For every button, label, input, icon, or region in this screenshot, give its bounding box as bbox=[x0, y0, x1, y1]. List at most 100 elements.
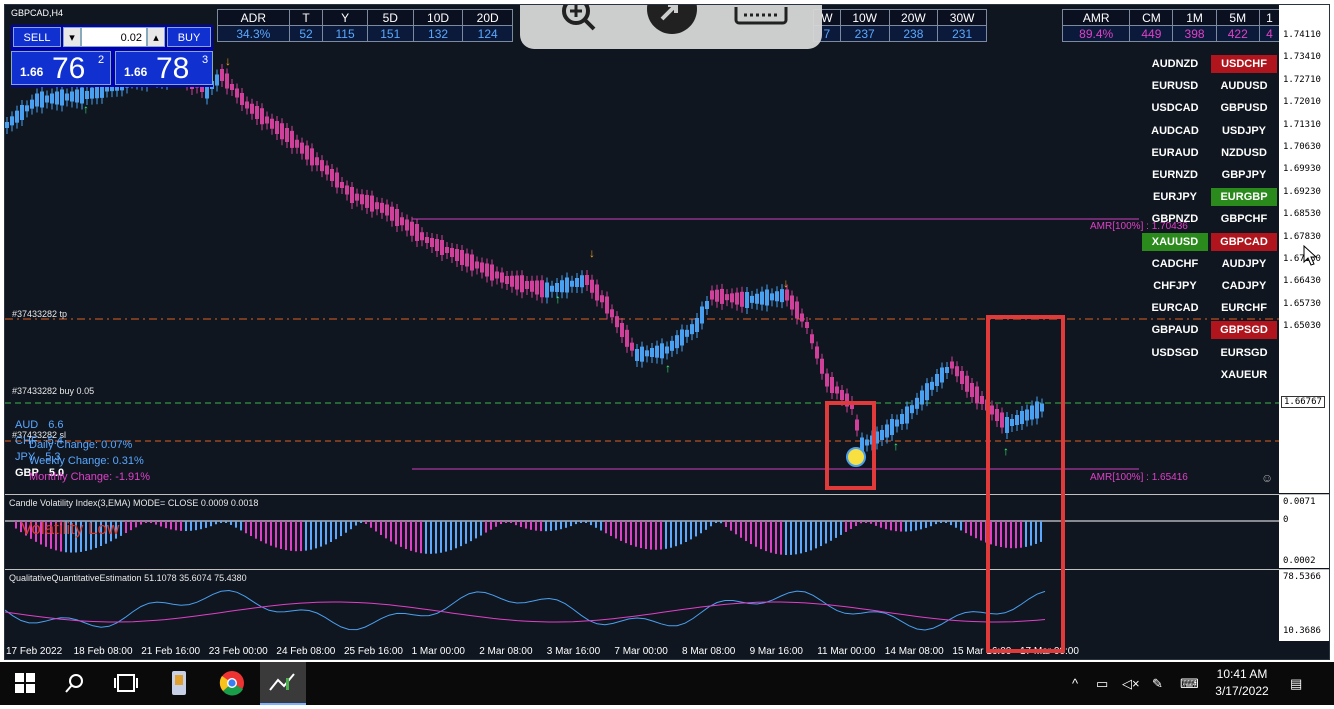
volatility-bar bbox=[250, 521, 252, 537]
pair-button[interactable]: CADCHF bbox=[1142, 255, 1208, 273]
candle-body bbox=[680, 329, 684, 346]
candle-body bbox=[300, 142, 304, 154]
pair-button[interactable]: EURCAD bbox=[1142, 299, 1208, 317]
candle-body bbox=[890, 419, 894, 435]
volatility-pane[interactable]: Candle Volatility Index(3,EMA) MODE= CLO… bbox=[5, 494, 1281, 568]
candle-body bbox=[430, 238, 434, 247]
volatility-bar bbox=[965, 521, 967, 534]
volatility-bar bbox=[605, 521, 607, 534]
volatility-bar bbox=[555, 521, 557, 531]
pair-button[interactable]: XAUEUR bbox=[1211, 366, 1277, 384]
main-chart-pane[interactable]: ↑ ↑ ↑ ↑ ↑ ↓ ↓ ↓ GBPCAD,H4 SELL ▾ 0.02 ▴ BUY 1.6… bbox=[5, 5, 1281, 493]
pair-button[interactable]: EURNZD bbox=[1142, 166, 1208, 184]
pair-button[interactable]: USDCAD bbox=[1142, 99, 1208, 117]
candle-body bbox=[400, 217, 404, 226]
volatility-bar bbox=[140, 521, 142, 525]
candle-body bbox=[720, 288, 724, 304]
pair-button[interactable]: USDCHF bbox=[1211, 55, 1277, 73]
volatility-bar bbox=[935, 521, 937, 525]
buy-quote[interactable]: 1.66 78 3 bbox=[115, 51, 213, 85]
keyboard-icon[interactable]: ⌨ bbox=[1180, 676, 1199, 692]
candle-body bbox=[320, 160, 324, 172]
candle-body bbox=[75, 89, 79, 103]
volatility-bar bbox=[785, 521, 787, 555]
network-icon[interactable]: ▭ bbox=[1096, 676, 1108, 692]
lot-decrease-button[interactable]: ▾ bbox=[63, 27, 81, 47]
volatility-bar bbox=[840, 521, 842, 535]
volatility-bar bbox=[340, 521, 342, 537]
candle-body bbox=[255, 106, 259, 119]
pair-button[interactable]: AUDCAD bbox=[1142, 122, 1208, 140]
pair-button[interactable]: USDSGD bbox=[1142, 344, 1208, 362]
pair-button[interactable]: CADJPY bbox=[1211, 277, 1277, 295]
pair-button[interactable]: EURGBP bbox=[1211, 188, 1277, 207]
fullscreen-icon[interactable] bbox=[644, 5, 700, 42]
candle-body bbox=[290, 130, 294, 148]
candle-body bbox=[530, 280, 534, 292]
pair-button[interactable]: AUDJPY bbox=[1211, 255, 1277, 273]
qqe-pane[interactable]: QualitativeQuantitativeEstimation 51.107… bbox=[5, 569, 1281, 641]
volatility-bar bbox=[450, 521, 452, 551]
volatility-bar bbox=[370, 521, 372, 528]
pair-button[interactable]: GBPCHF bbox=[1211, 210, 1277, 228]
sell-quote[interactable]: 1.66 76 2 bbox=[11, 51, 111, 85]
volatility-bar bbox=[715, 521, 717, 523]
volatility-bar bbox=[885, 521, 887, 530]
volatility-bar bbox=[980, 521, 982, 541]
pair-button[interactable]: NZDUSD bbox=[1211, 144, 1277, 162]
strength-value: 6.6 bbox=[48, 419, 64, 431]
chart-window[interactable]: ↑ ↑ ↑ ↑ ↑ ↓ ↓ ↓ GBPCAD,H4 SELL ▾ 0.02 ▴ BUY 1.6… bbox=[4, 4, 1330, 660]
pair-button[interactable]: GBPJPY bbox=[1211, 166, 1277, 184]
volatility-bar bbox=[170, 521, 172, 530]
volatility-bar bbox=[1040, 521, 1042, 542]
pair-button[interactable]: EURUSD bbox=[1142, 77, 1208, 95]
range-header: 5D bbox=[366, 9, 414, 26]
chrome-icon[interactable] bbox=[219, 670, 245, 696]
candle-body bbox=[665, 346, 669, 354]
task-view-icon[interactable] bbox=[114, 670, 140, 696]
candle-body bbox=[990, 405, 994, 415]
pair-button[interactable]: XAUUSD bbox=[1142, 232, 1208, 251]
volatility-bar bbox=[760, 521, 762, 550]
pair-button[interactable]: GBPSGD bbox=[1211, 321, 1277, 340]
notifications-icon[interactable]: ▤ bbox=[1290, 676, 1302, 692]
search-icon[interactable] bbox=[64, 670, 90, 696]
pair-button[interactable]: EURAUD bbox=[1142, 144, 1208, 162]
keyboard-icon[interactable] bbox=[734, 5, 790, 36]
range-value: 151 bbox=[366, 25, 414, 42]
candle-body bbox=[250, 103, 254, 114]
candle-body bbox=[870, 435, 874, 445]
candle-body bbox=[620, 323, 624, 337]
lot-increase-button[interactable]: ▴ bbox=[147, 27, 165, 47]
candle-body bbox=[440, 240, 444, 255]
pair-button[interactable]: GBPCAD bbox=[1211, 232, 1277, 251]
volatility-bar bbox=[680, 521, 682, 545]
volatility-bar bbox=[475, 521, 477, 539]
chevron-up-icon[interactable]: ^ bbox=[1072, 676, 1078, 691]
clock[interactable]: 10:41 AM 3/17/2022 bbox=[1214, 666, 1270, 700]
price-tick: 1.70630 bbox=[1283, 142, 1321, 152]
app-icon[interactable] bbox=[168, 670, 194, 696]
pen-icon[interactable]: ✎ bbox=[1152, 676, 1163, 692]
volatility-bar bbox=[895, 521, 897, 532]
candle-body bbox=[1020, 411, 1024, 424]
pair-button[interactable]: USDJPY bbox=[1211, 122, 1277, 140]
volatility-bar bbox=[890, 521, 892, 531]
pair-button[interactable]: AUDUSD bbox=[1211, 77, 1277, 95]
buy-button[interactable]: BUY bbox=[167, 27, 211, 47]
zoom-in-icon[interactable] bbox=[556, 5, 600, 40]
pair-button[interactable]: GBPAUD bbox=[1142, 321, 1208, 339]
lot-size-input[interactable]: 0.02 bbox=[81, 27, 147, 47]
pair-button[interactable]: CHFJPY bbox=[1142, 277, 1208, 295]
amr-bottom-label: AMR[100%] : 1.65416 bbox=[1090, 472, 1188, 483]
volume-muted-icon[interactable]: ◁× bbox=[1122, 676, 1140, 692]
trading-platform-icon[interactable] bbox=[260, 662, 306, 705]
windows-start-icon[interactable] bbox=[14, 670, 40, 696]
pair-button[interactable]: EURCHF bbox=[1211, 299, 1277, 317]
pair-button[interactable]: GBPUSD bbox=[1211, 99, 1277, 117]
pair-button[interactable]: AUDNZD bbox=[1142, 55, 1208, 73]
pair-button[interactable]: EURJPY bbox=[1142, 188, 1208, 206]
sell-button[interactable]: SELL bbox=[13, 27, 61, 47]
buy-price-prefix: 1.66 bbox=[124, 65, 148, 79]
pair-button[interactable]: EURSGD bbox=[1211, 344, 1277, 362]
